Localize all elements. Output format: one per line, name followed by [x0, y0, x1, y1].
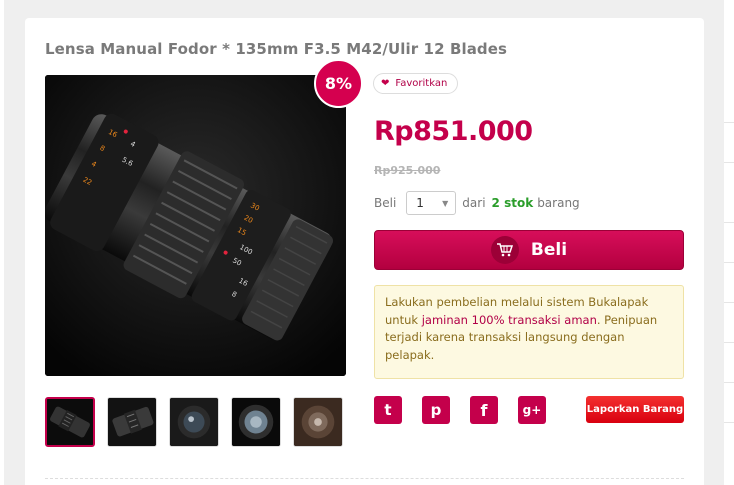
- quantity-row: Beli 1 ▼ dari 2 stok barang: [374, 191, 580, 215]
- section-divider: [45, 478, 684, 479]
- left-edge: [0, 0, 4, 485]
- thumbnail-1[interactable]: [45, 397, 95, 447]
- right-panel-divider: [724, 162, 734, 163]
- google-plus-icon: g+: [522, 403, 542, 417]
- lens-image: 168422 302015 45.6 10050 168: [45, 75, 346, 376]
- facebook-button[interactable]: f: [470, 396, 498, 424]
- thumbnail-3[interactable]: [169, 397, 219, 447]
- buy-button-label: Beli: [530, 240, 568, 260]
- stock-count: 2 stok: [491, 196, 534, 210]
- chevron-down-icon: ▼: [442, 198, 449, 208]
- favorite-label: Favoritkan: [395, 78, 448, 89]
- google-plus-button[interactable]: g+: [518, 396, 546, 424]
- thumbnail-5[interactable]: [293, 397, 343, 447]
- discount-badge: 8%: [314, 59, 363, 108]
- product-card: Lensa Manual Fodor * 135mm F3.5 M42/Ulir…: [25, 18, 704, 485]
- right-panel-divider: [724, 382, 734, 383]
- product-price: Rp851.000: [374, 116, 533, 147]
- report-button[interactable]: Laporkan Barang: [586, 396, 684, 423]
- pinterest-icon: p: [430, 401, 442, 419]
- notice-highlight-link[interactable]: jaminan 100% transaksi aman: [422, 313, 597, 327]
- right-panel-divider: [724, 122, 734, 123]
- safety-notice: Lakukan pembelian melalui sistem Bukalap…: [374, 285, 684, 379]
- quantity-value: 1: [416, 196, 424, 210]
- from-label: dari: [462, 196, 486, 210]
- right-panel-divider: [724, 222, 734, 223]
- buy-label: Beli: [374, 196, 397, 210]
- cart-icon: [490, 236, 519, 264]
- right-panel-divider: [724, 422, 734, 423]
- thumbnail-2[interactable]: [107, 397, 157, 447]
- facebook-icon: f: [480, 400, 488, 420]
- favorite-button[interactable]: ❤ Favoritkan: [373, 73, 459, 94]
- unit-label: barang: [537, 196, 580, 210]
- product-title: Lensa Manual Fodor * 135mm F3.5 M42/Ulir…: [45, 40, 508, 58]
- twitter-icon: t: [384, 401, 392, 419]
- right-panel-divider: [724, 302, 734, 303]
- pinterest-button[interactable]: p: [422, 396, 450, 424]
- thumbnail-strip: [45, 397, 343, 447]
- quantity-select[interactable]: 1 ▼: [406, 191, 457, 215]
- thumbnail-4[interactable]: [231, 397, 281, 447]
- right-panel-divider: [724, 342, 734, 343]
- buy-button[interactable]: Beli: [374, 230, 684, 270]
- right-panel: [724, 0, 734, 485]
- original-price: Rp925.000: [374, 164, 441, 177]
- twitter-button[interactable]: t: [374, 396, 402, 424]
- right-panel-divider: [724, 262, 734, 263]
- heart-icon: ❤: [381, 78, 390, 89]
- product-main-image[interactable]: 16 8 4 22 30 20 15 4 5.6 100 50 16 8: [45, 75, 346, 376]
